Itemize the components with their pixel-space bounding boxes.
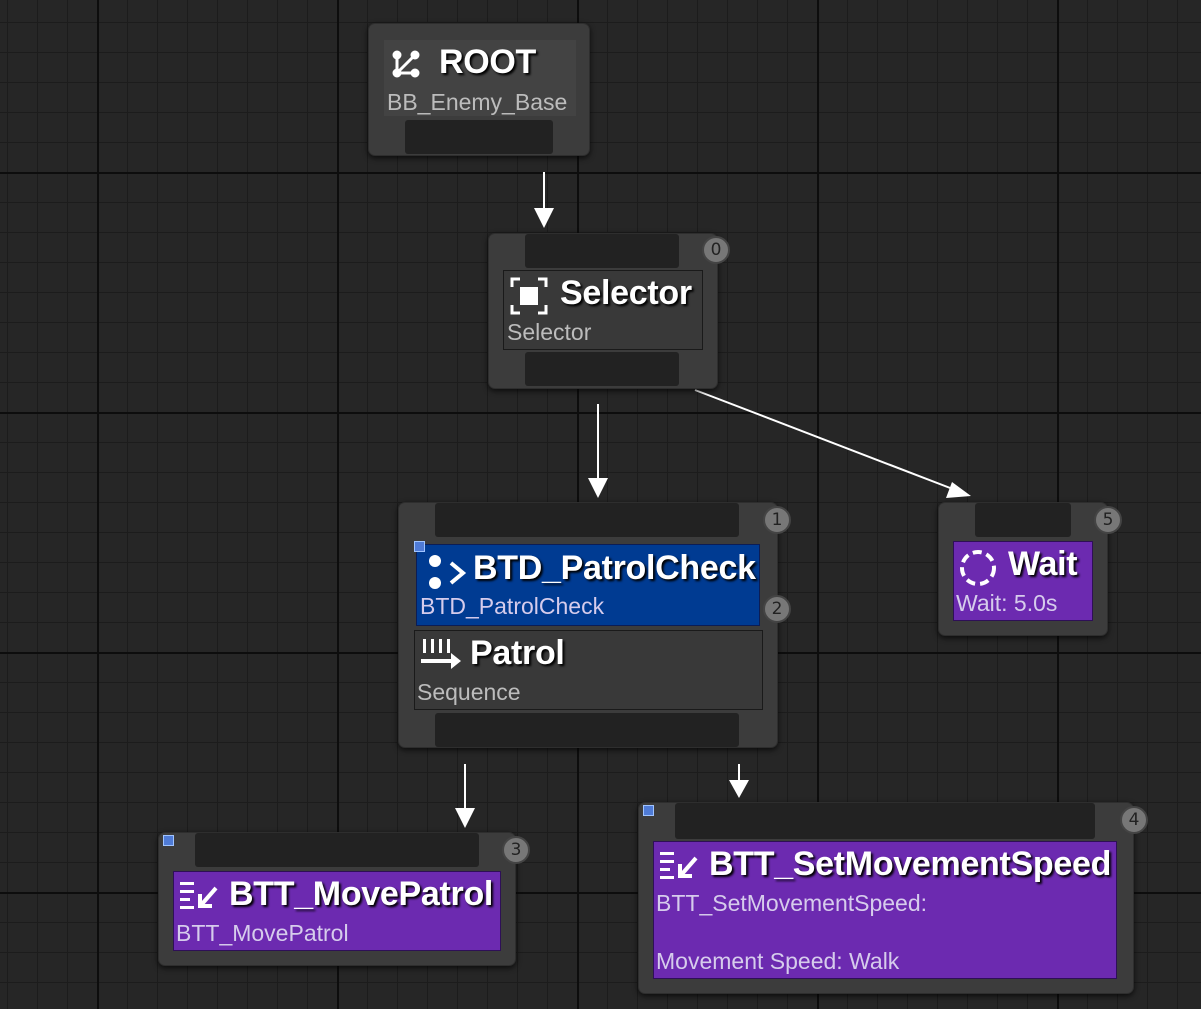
set-speed-input-pin[interactable] <box>675 803 1095 839</box>
selector-title: Selector <box>560 274 692 312</box>
set-speed-index-badge: 4 <box>1120 806 1148 834</box>
patrol-title: Patrol <box>470 634 565 672</box>
task-marker-icon <box>643 805 654 816</box>
selector-panel: Selector Selector <box>503 270 703 350</box>
wire-selector-wait-arrow <box>946 482 971 498</box>
wire-selector-patrol-arrow <box>588 478 608 498</box>
branch-icon <box>392 50 420 78</box>
move-patrol-subtitle: BTT_MovePatrol <box>176 920 349 946</box>
patrol-check-decorator[interactable]: BTD_PatrolCheck BTD_PatrolCheck <box>414 541 760 626</box>
wait-node[interactable]: 5 Wait Wait: 5.0s <box>938 502 1122 636</box>
root-output-pin[interactable] <box>405 120 553 154</box>
set-speed-node[interactable]: 4 BTT_SetMovementSpeed BTT_SetMovementSp… <box>638 802 1148 994</box>
move-patrol-title: BTT_MovePatrol <box>229 875 494 913</box>
patrol-output-pin[interactable] <box>435 713 739 747</box>
patrol-check-title: BTD_PatrolCheck <box>473 549 756 587</box>
move-patrol-node[interactable]: 3 BTT_MovePatrol BTT_MovePatrol <box>158 832 530 966</box>
set-speed-subtitle: BTT_SetMovementSpeed: <box>656 890 928 916</box>
task-icon <box>660 852 698 879</box>
move-patrol-task-panel: BTT_MovePatrol BTT_MovePatrol <box>173 871 501 951</box>
wait-input-pin[interactable] <box>975 503 1071 537</box>
patrol-input-pin[interactable] <box>435 503 739 537</box>
set-speed-detail: Movement Speed: Walk <box>656 948 900 974</box>
root-node[interactable]: ROOT BB_Enemy_Base <box>368 23 590 156</box>
patrol-sequence-panel: Patrol Sequence <box>414 630 763 710</box>
decorator-icon <box>429 555 467 589</box>
wire-patrol-move-arrow <box>455 808 475 828</box>
wait-title: Wait <box>1008 545 1078 583</box>
root-blackboard: BB_Enemy_Base <box>387 89 568 115</box>
wait-index-badge: 5 <box>1094 506 1122 534</box>
wire-selector-wait <box>694 389 959 492</box>
patrol-type: Sequence <box>417 679 521 705</box>
selector-index-badge: 0 <box>702 236 730 264</box>
move-patrol-input-pin[interactable] <box>195 833 479 867</box>
set-speed-title: BTT_SetMovementSpeed <box>709 845 1112 883</box>
selector-type: Selector <box>507 319 592 345</box>
wire-root-selector-arrow <box>534 208 554 228</box>
sequence-icon <box>421 639 461 669</box>
wait-task-panel: Wait Wait: 5.0s <box>953 541 1093 621</box>
set-speed-task-panel: BTT_SetMovementSpeed BTT_SetMovementSpee… <box>653 841 1117 979</box>
wait-icon <box>960 550 996 586</box>
root-panel: ROOT BB_Enemy_Base <box>384 40 576 116</box>
selector-node[interactable]: Selector Selector 0 <box>488 233 730 389</box>
selector-icon <box>510 277 548 315</box>
selector-input-pin[interactable] <box>525 234 679 268</box>
decorator-marker-icon <box>414 541 425 552</box>
decorator-index-badge: 2 <box>763 595 791 623</box>
wire-patrol-speed-arrow <box>729 780 749 798</box>
patrol-check-subtitle: BTD_PatrolCheck <box>420 593 605 619</box>
patrol-index-badge: 1 <box>763 506 791 534</box>
patrol-sequence-node[interactable]: 1 BTD_PatrolCheck BTD_PatrolCheck 2 Patr… <box>398 502 791 748</box>
task-marker-icon <box>163 835 174 846</box>
root-title: ROOT <box>439 43 537 81</box>
wait-duration: Wait: 5.0s <box>956 590 1058 616</box>
selector-output-pin[interactable] <box>525 352 679 386</box>
task-icon <box>180 882 218 909</box>
behavior-tree-graph[interactable]: ROOT BB_Enemy_Base Selector Selector 0 1 <box>0 0 1201 1009</box>
move-patrol-index-badge: 3 <box>502 836 530 864</box>
